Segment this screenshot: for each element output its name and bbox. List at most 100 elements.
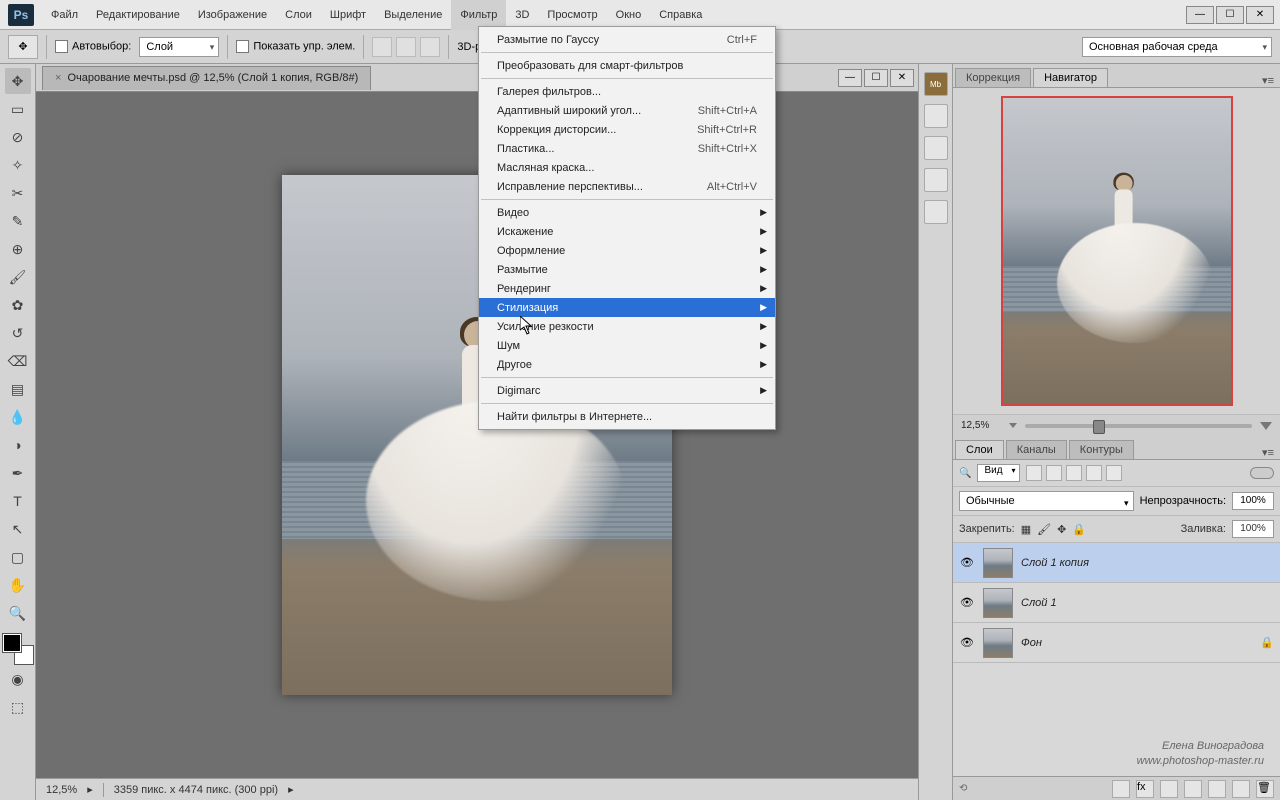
- layer-row[interactable]: 👁 Слой 1: [953, 583, 1280, 623]
- show-transform-controls-checkbox[interactable]: Показать упр. элем.: [236, 40, 355, 53]
- filter-menu-item[interactable]: Адаптивный широкий угол...Shift+Ctrl+A: [479, 101, 775, 120]
- filter-pixel-icon[interactable]: [1026, 465, 1042, 481]
- lasso-tool[interactable]: ⊘: [5, 124, 31, 150]
- panel-menu-icon[interactable]: ▾≡: [1256, 74, 1280, 87]
- menu-type[interactable]: Шрифт: [321, 0, 375, 30]
- layer-name[interactable]: Слой 1: [1021, 597, 1057, 609]
- dodge-tool[interactable]: ◑: [5, 432, 31, 458]
- lock-all-icon[interactable]: 🔒: [1072, 523, 1086, 536]
- gradient-tool[interactable]: ▤: [5, 376, 31, 402]
- tab-paths[interactable]: Контуры: [1069, 440, 1134, 459]
- doc-close[interactable]: ✕: [890, 69, 914, 87]
- close-button[interactable]: ✕: [1246, 6, 1274, 24]
- screenmode-toggle[interactable]: ⬚: [5, 694, 31, 720]
- color-swatches[interactable]: [3, 634, 33, 664]
- layer-name[interactable]: Слой 1 копия: [1021, 557, 1089, 569]
- tab-navigator[interactable]: Навигатор: [1033, 68, 1108, 87]
- filter-adjustment-icon[interactable]: [1046, 465, 1062, 481]
- layers-panel-menu-icon[interactable]: ▾≡: [1256, 446, 1280, 459]
- crop-tool[interactable]: ✂: [5, 180, 31, 206]
- panel-icon-1[interactable]: [924, 104, 948, 128]
- maximize-button[interactable]: ☐: [1216, 6, 1244, 24]
- eraser-tool[interactable]: ⌫: [5, 348, 31, 374]
- visibility-icon[interactable]: 👁: [959, 595, 975, 611]
- opacity-field[interactable]: 100%: [1232, 492, 1274, 510]
- workspace-select[interactable]: Основная рабочая среда: [1082, 37, 1272, 57]
- visibility-icon[interactable]: 👁: [959, 555, 975, 571]
- layer-row[interactable]: 👁 Фон 🔒: [953, 623, 1280, 663]
- history-brush-tool[interactable]: ↺: [5, 320, 31, 346]
- path-selection-tool[interactable]: ↖: [5, 516, 31, 542]
- filter-menu-item[interactable]: Оформление▶: [479, 241, 775, 260]
- zoom-tool[interactable]: 🔍: [5, 600, 31, 626]
- zoom-out-icon[interactable]: [1009, 423, 1017, 428]
- filter-menu-item[interactable]: Найти фильтры в Интернете...: [479, 407, 775, 426]
- layer-mask-icon[interactable]: [1160, 780, 1178, 798]
- minimize-button[interactable]: —: [1186, 6, 1214, 24]
- blend-mode-select[interactable]: Обычные: [959, 491, 1134, 511]
- menu-image[interactable]: Изображение: [189, 0, 276, 30]
- panel-icon-3[interactable]: [924, 168, 948, 192]
- link-layers-icon[interactable]: [1112, 780, 1130, 798]
- autoselect-target-select[interactable]: Слой: [139, 37, 219, 57]
- panel-icon-4[interactable]: [924, 200, 948, 224]
- hand-tool[interactable]: ✋: [5, 572, 31, 598]
- tab-channels[interactable]: Каналы: [1006, 440, 1067, 459]
- filter-menu-item[interactable]: Размытие по ГауссуCtrl+F: [479, 30, 775, 49]
- panel-icon-2[interactable]: [924, 136, 948, 160]
- fill-field[interactable]: 100%: [1232, 520, 1274, 538]
- filter-menu-item[interactable]: Шум▶: [479, 336, 775, 355]
- type-tool[interactable]: T: [5, 488, 31, 514]
- lock-position-icon[interactable]: ✥: [1057, 523, 1066, 536]
- layer-thumbnail[interactable]: [983, 548, 1013, 578]
- menu-layers[interactable]: Слои: [276, 0, 321, 30]
- document-tab[interactable]: × Очарование мечты.psd @ 12,5% (Слой 1 к…: [42, 66, 371, 90]
- filter-menu-item[interactable]: Коррекция дисторсии...Shift+Ctrl+R: [479, 120, 775, 139]
- filter-menu-item[interactable]: Исправление перспективы...Alt+Ctrl+V: [479, 177, 775, 196]
- delete-layer-icon[interactable]: 🗑: [1256, 780, 1274, 798]
- clone-stamp-tool[interactable]: ✿: [5, 292, 31, 318]
- group-icon[interactable]: [1208, 780, 1226, 798]
- new-layer-icon[interactable]: [1232, 780, 1250, 798]
- navigator-thumbnail[interactable]: [1001, 96, 1233, 406]
- move-tool-icon[interactable]: ✥: [8, 35, 38, 59]
- doc-close-x[interactable]: ×: [55, 66, 61, 90]
- navigator-zoom-value[interactable]: 12,5%: [961, 420, 1001, 431]
- filter-menu-item[interactable]: Рендеринг▶: [479, 279, 775, 298]
- healing-brush-tool[interactable]: ⊕: [5, 236, 31, 262]
- layer-thumbnail[interactable]: [983, 628, 1013, 658]
- filter-smart-icon[interactable]: [1106, 465, 1122, 481]
- menu-select[interactable]: Выделение: [375, 0, 451, 30]
- filter-toggle[interactable]: [1250, 467, 1274, 479]
- move-tool[interactable]: ✥: [5, 68, 31, 94]
- filter-menu-item[interactable]: Digimarc▶: [479, 381, 775, 400]
- layer-thumbnail[interactable]: [983, 588, 1013, 618]
- lock-transparency-icon[interactable]: ▦: [1021, 523, 1031, 536]
- status-zoom[interactable]: 12,5%: [46, 784, 77, 796]
- filter-menu-item[interactable]: Другое▶: [479, 355, 775, 374]
- filter-menu-item[interactable]: Усиление резкости▶: [479, 317, 775, 336]
- layer-row[interactable]: 👁 Слой 1 копия: [953, 543, 1280, 583]
- layer-name[interactable]: Фон: [1021, 637, 1042, 649]
- filter-menu-item[interactable]: Видео▶: [479, 203, 775, 222]
- brush-tool[interactable]: 🖌: [5, 264, 31, 290]
- filter-menu-item[interactable]: Стилизация▶: [479, 298, 775, 317]
- shape-tool[interactable]: ▢: [5, 544, 31, 570]
- filter-menu-item[interactable]: Преобразовать для смарт-фильтров: [479, 56, 775, 75]
- mb-panel-icon[interactable]: Mb: [924, 72, 948, 96]
- filter-menu-item[interactable]: Размытие▶: [479, 260, 775, 279]
- filter-menu-item[interactable]: Галерея фильтров...: [479, 82, 775, 101]
- layer-style-icon[interactable]: fx: [1136, 780, 1154, 798]
- adjustment-layer-icon[interactable]: [1184, 780, 1202, 798]
- quickmask-toggle[interactable]: ◉: [5, 666, 31, 692]
- doc-maximize[interactable]: ☐: [864, 69, 888, 87]
- filter-menu-item[interactable]: Пластика...Shift+Ctrl+X: [479, 139, 775, 158]
- menu-file[interactable]: Файл: [42, 0, 87, 30]
- filter-type-icon[interactable]: [1066, 465, 1082, 481]
- visibility-icon[interactable]: 👁: [959, 635, 975, 651]
- pen-tool[interactable]: ✒: [5, 460, 31, 486]
- doc-minimize[interactable]: —: [838, 69, 862, 87]
- tab-layers[interactable]: Слои: [955, 440, 1004, 459]
- filter-menu-item[interactable]: Масляная краска...: [479, 158, 775, 177]
- eyedropper-tool[interactable]: ✎: [5, 208, 31, 234]
